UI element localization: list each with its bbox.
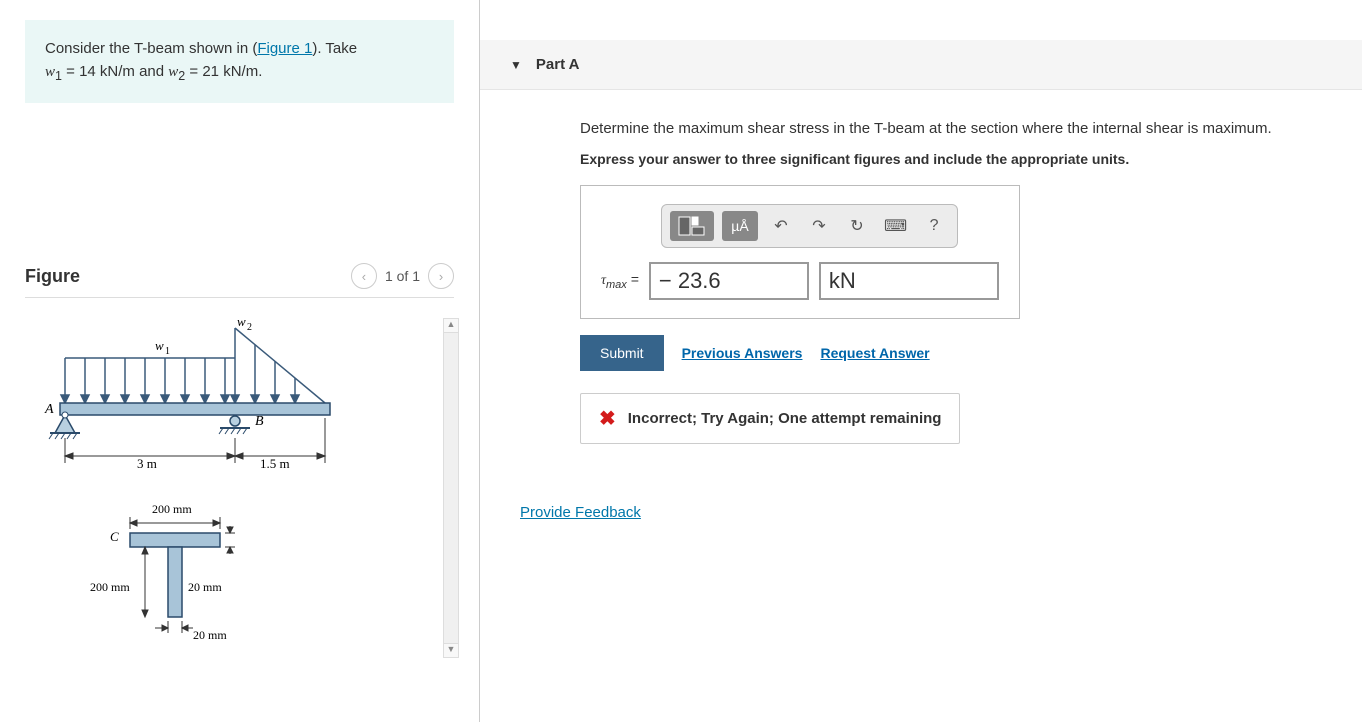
feedback-box: ✖ Incorrect; Try Again; One attempt rema…: [580, 393, 960, 444]
svg-text:w: w: [155, 338, 164, 353]
problem-statement: Consider the T-beam shown in (Figure 1).…: [25, 20, 454, 103]
part-label: Part A: [536, 56, 580, 73]
incorrect-icon: ✖: [599, 406, 616, 431]
answer-row: τmax =: [601, 262, 999, 300]
svg-text:200 mm: 200 mm: [152, 502, 192, 516]
svg-text:2: 2: [247, 322, 252, 333]
svg-text:B: B: [255, 414, 264, 429]
scroll-down-icon[interactable]: ▼: [444, 643, 458, 657]
answer-units-input[interactable]: [819, 262, 999, 300]
figure-title: Figure: [25, 266, 80, 287]
problem-params: w1 = 14 kN/m and w2 = 21 kN/m.: [45, 63, 262, 80]
answer-value-input[interactable]: [649, 262, 809, 300]
svg-text:w: w: [237, 318, 246, 329]
answer-panel: µÅ ↶ ↷ ↻ ⌨ ? τmax =: [580, 185, 1020, 319]
feedback-text: Incorrect; Try Again; One attempt remain…: [628, 410, 942, 427]
undo-icon[interactable]: ↶: [766, 211, 796, 241]
right-panel: ▼ Part A Determine the maximum shear str…: [480, 0, 1362, 722]
figure-pager: ‹ 1 of 1 ›: [351, 263, 454, 289]
keyboard-icon[interactable]: ⌨: [880, 211, 911, 241]
scroll-up-icon[interactable]: ▲: [444, 319, 458, 333]
template-button-1[interactable]: [670, 211, 714, 241]
provide-feedback-link[interactable]: Provide Feedback: [520, 504, 641, 521]
answer-variable-label: τmax =: [601, 271, 639, 291]
left-panel: Consider the T-beam shown in (Figure 1).…: [0, 0, 480, 722]
problem-prefix: Consider the T-beam shown in (: [45, 40, 257, 57]
instruction-text: Determine the maximum shear stress in th…: [580, 120, 1332, 137]
pager-prev-button[interactable]: ‹: [351, 263, 377, 289]
figure-link[interactable]: Figure 1: [257, 40, 312, 57]
figure-scrollbar[interactable]: ▲ ▼: [443, 318, 459, 658]
svg-text:1: 1: [165, 346, 170, 357]
pager-next-button[interactable]: ›: [428, 263, 454, 289]
pager-status: 1 of 1: [385, 268, 420, 284]
previous-answers-link[interactable]: Previous Answers: [682, 345, 803, 361]
reset-icon[interactable]: ↻: [842, 211, 872, 241]
svg-text:20 mm: 20 mm: [193, 628, 227, 642]
collapse-icon[interactable]: ▼: [510, 58, 522, 72]
cross-section-diagram: 200 mm C 200 mm: [75, 501, 275, 651]
mu-button[interactable]: µÅ: [722, 211, 758, 241]
help-icon[interactable]: ?: [919, 211, 949, 241]
beam-diagram: A B w1 w2 3 m 1.5 m: [25, 318, 335, 488]
action-row: Submit Previous Answers Request Answer: [580, 335, 1332, 371]
svg-text:20 mm: 20 mm: [188, 580, 222, 594]
redo-icon[interactable]: ↷: [804, 211, 834, 241]
svg-text:A: A: [44, 402, 54, 417]
formula-toolbar: µÅ ↶ ↷ ↻ ⌨ ?: [661, 204, 958, 248]
app-container: Consider the T-beam shown in (Figure 1).…: [0, 0, 1362, 722]
figure-header: Figure ‹ 1 of 1 ›: [25, 263, 454, 298]
problem-suffix: ). Take: [312, 40, 357, 57]
units-instruction: Express your answer to three significant…: [580, 151, 1332, 167]
submit-button[interactable]: Submit: [580, 335, 664, 371]
part-header[interactable]: ▼ Part A: [480, 40, 1362, 90]
svg-text:C: C: [110, 529, 119, 544]
svg-text:3 m: 3 m: [137, 456, 157, 471]
figure-body: A B w1 w2 3 m 1.5 m: [25, 318, 454, 654]
svg-text:1.5 m: 1.5 m: [260, 456, 290, 471]
request-answer-link[interactable]: Request Answer: [820, 345, 929, 361]
svg-text:200 mm: 200 mm: [90, 580, 130, 594]
part-body: Determine the maximum shear stress in th…: [480, 90, 1362, 464]
